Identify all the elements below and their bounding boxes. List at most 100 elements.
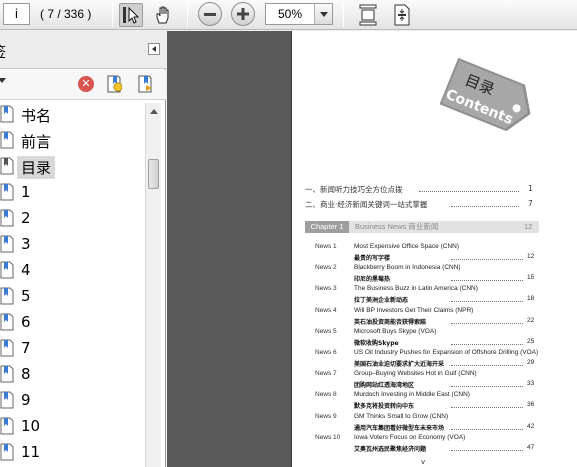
zoom-dropdown-button[interactable] (314, 4, 332, 24)
bookmark-label: 5 (21, 287, 31, 305)
chapter-title: Business News 商业新闻 (355, 222, 439, 231)
news-title-cn: 团购网站红透海湾地区 (354, 382, 415, 390)
toc-part-1-title: 一、新闻听力技巧全方位点拨 (305, 185, 403, 194)
toc-leader (451, 280, 523, 282)
news-number: News 6 (315, 349, 337, 356)
toc-leader (451, 407, 523, 409)
scroll-thumb[interactable] (148, 159, 159, 189)
chevron-up-icon (150, 108, 158, 114)
zoom-in-button[interactable] (231, 2, 255, 26)
bookmark-label: 前言 (21, 133, 52, 151)
bookmark-icon (0, 417, 14, 435)
news-title-cn: 默多克将投资转向中东 (354, 403, 415, 411)
toolbar: i ( 7 / 336 ) 50% (0, 0, 577, 30)
options-dropdown-icon[interactable] (0, 78, 6, 83)
bookmark-item[interactable]: 10 (0, 415, 145, 439)
news-page: 36 (527, 401, 535, 409)
fit-width-button[interactable] (390, 3, 414, 27)
news-page: 42 (527, 422, 535, 430)
bookmark-icon (0, 443, 14, 461)
bookmarks-toolbar: ✕ (0, 70, 166, 100)
bookmark-item[interactable]: 前言 (0, 129, 145, 153)
bookmark-item[interactable]: 11 (0, 441, 145, 465)
collapse-panel-button[interactable] (148, 43, 160, 55)
bookmark-item[interactable]: 1 (0, 181, 145, 205)
chevron-down-icon (319, 11, 328, 17)
news-number: News 3 (315, 285, 337, 293)
bookmark-label: 9 (21, 391, 31, 409)
news-number: News 4 (315, 306, 337, 314)
news-number: News 10 (315, 433, 341, 441)
news-number: News 2 (315, 264, 337, 272)
fit-page-icon (359, 4, 377, 26)
bookmark-item[interactable]: 8 (0, 363, 145, 387)
document-viewport[interactable]: 目录 Contents 一、新闻听力技巧全方位点拨 1 二、商业·经济新闻关键词… (167, 31, 577, 467)
bookmark-item[interactable]: 6 (0, 311, 145, 335)
bookmarks-panel-title: 签 (0, 42, 6, 62)
new-bookmark-icon[interactable] (106, 75, 122, 93)
bookmark-icon (0, 235, 14, 253)
bookmarks-panel-header: 签 (0, 31, 166, 69)
news-title-cn: 艾奥瓦州选民聚焦经济问题 (354, 445, 427, 453)
delete-bookmark-button[interactable]: ✕ (78, 76, 94, 92)
toc-leader (451, 322, 523, 324)
toc-leader (451, 259, 523, 260)
select-tool-button[interactable] (119, 3, 143, 27)
news-title-en: Blackberry Boom in Indonesia (CNN) (354, 264, 461, 272)
bookmark-label: 书名 (21, 107, 52, 125)
bookmark-item[interactable]: 书名 (0, 103, 145, 127)
news-title-cn: 微软收购Skype (354, 339, 399, 347)
bookmark-icon (0, 339, 14, 357)
bookmark-label: 6 (21, 313, 31, 331)
news-number: News 1 (315, 243, 337, 250)
bookmark-scrollbar[interactable] (145, 103, 161, 467)
zoom-in-icon (237, 8, 249, 20)
bookmark-label: 目录 (17, 156, 56, 179)
zoom-level-value: 50% (278, 7, 303, 21)
bookmark-list: 书名前言目录 1 2 3 4 5 6 7 8 9 10 11 (0, 103, 145, 467)
news-page: 22 (527, 316, 535, 324)
bookmark-label: 3 (21, 235, 31, 253)
toc-leader (451, 301, 523, 303)
news-number: News 7 (315, 370, 337, 378)
bookmark-label: 8 (21, 365, 31, 383)
news-page: 29 (527, 359, 535, 366)
toc-part-1-page: 1 (528, 184, 533, 193)
bookmark-icon (0, 209, 14, 227)
news-title-cn: 最贵的写字楼 (354, 255, 391, 262)
news-title-en: Murdoch Investing in Middle East (CNN) (354, 391, 470, 399)
news-number: News 5 (315, 327, 337, 335)
toc-leader (419, 191, 519, 192)
hand-tool-button[interactable] (151, 3, 175, 27)
toolbar-divider (112, 3, 113, 27)
page-number-input[interactable]: i (3, 3, 30, 25)
news-number: News 9 (315, 412, 337, 420)
bookmark-item[interactable]: 3 (0, 233, 145, 257)
bookmark-icon (0, 365, 14, 383)
zoom-out-button[interactable] (198, 2, 222, 26)
bookmark-item[interactable]: 2 (0, 207, 145, 231)
fit-page-button[interactable] (356, 3, 380, 27)
pdf-reader-window: i ( 7 / 336 ) 50% ✕ 书名 前言 目录 1 2 3 4 5 6… (0, 0, 577, 467)
news-title-cn: 印尼的黑莓热 (354, 276, 391, 284)
scroll-up-button[interactable] (147, 103, 161, 119)
bookmark-icon (0, 131, 14, 149)
bookmark-item[interactable]: 7 (0, 337, 145, 361)
bookmark-label: 1 (21, 183, 31, 201)
news-title-en: Will BP Investors Get Their Claims (NPR) (354, 306, 474, 314)
news-page: 18 (527, 295, 535, 303)
news-page: 33 (527, 380, 535, 388)
news-title-en: GM Thinks Small to Grow (CNN) (354, 412, 449, 420)
zoom-level-select[interactable]: 50% (265, 3, 333, 25)
bookmark-item[interactable]: 9 (0, 389, 145, 413)
bookmark-label: 10 (21, 417, 41, 435)
bookmark-item[interactable]: 4 (0, 259, 145, 283)
bookmark-item[interactable]: 目录 (0, 155, 145, 179)
expand-bookmark-icon[interactable] (137, 75, 153, 93)
bookmark-item[interactable]: 5 (0, 285, 145, 309)
news-title-cn: 拉丁美洲企业新动态 (354, 297, 409, 305)
news-title-cn: 英石油投资商能否获得索赔 (354, 318, 427, 326)
contents-tag-graphic: 目录 Contents (439, 57, 531, 132)
bookmark-icon (0, 287, 14, 305)
bookmark-label: 11 (21, 443, 41, 461)
